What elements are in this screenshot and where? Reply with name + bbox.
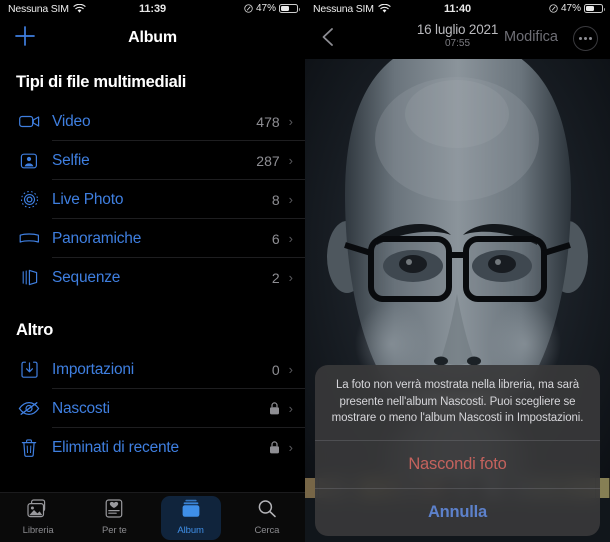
tab-label: Cerca <box>254 525 280 536</box>
section-header-other: Altro <box>16 321 53 339</box>
list-item-count: 478 <box>256 113 280 130</box>
page-title: Album <box>128 29 177 46</box>
hide-photo-button[interactable]: Nascondi foto <box>315 441 600 488</box>
trash-icon <box>16 437 42 459</box>
location-icon <box>244 4 253 13</box>
library-photos-icon <box>27 499 49 523</box>
media-types-list: Video 478 › Selfie 287 › Live Photo 8 › … <box>0 102 305 297</box>
list-item-importazioni[interactable]: Importazioni 0 › <box>0 350 305 389</box>
list-item-live-photo[interactable]: Live Photo 8 › <box>0 180 305 219</box>
dual-screenshot-container: Nessuna SIM 11:39 47% Album Tipi di file… <box>0 0 610 542</box>
chevron-right-icon: › <box>288 362 293 377</box>
photo-viewer[interactable]: La foto non verrà mostrata nella libreri… <box>305 59 610 542</box>
location-icon <box>549 4 558 13</box>
list-item-label: Nascosti <box>52 399 110 417</box>
list-item-label: Live Photo <box>52 190 124 208</box>
list-item-label: Importazioni <box>52 360 135 378</box>
edit-button[interactable]: Modifica <box>504 29 558 45</box>
status-bar-right: Nessuna SIM 11:40 47% <box>305 0 610 17</box>
chevron-right-icon: › <box>288 192 293 207</box>
cancel-button[interactable]: Annulla <box>315 489 600 536</box>
list-item-label: Selfie <box>52 151 90 169</box>
list-item-nascosti[interactable]: Nascosti › <box>0 389 305 428</box>
photo-date-header: 16 luglio 2021 07:55 <box>305 22 610 49</box>
ellipsis-circle-icon[interactable] <box>573 26 598 51</box>
right-navigation-bar: 16 luglio 2021 07:55 Modifica <box>305 17 610 59</box>
chevron-right-icon: › <box>288 440 293 455</box>
photo-time: 07:55 <box>444 38 471 49</box>
left-pane-albums-screen: Nessuna SIM 11:39 47% Album Tipi di file… <box>0 0 305 542</box>
list-item-eliminati-di-recente[interactable]: Eliminati di recente › <box>0 428 305 467</box>
battery-percent-label: 47% <box>255 3 276 14</box>
chevron-right-icon: › <box>288 231 293 246</box>
status-right-group: 47% <box>244 3 300 14</box>
albums-stack-icon <box>180 499 202 523</box>
list-item-video[interactable]: Video 478 › <box>0 102 305 141</box>
battery-icon <box>279 3 300 14</box>
burst-sequence-icon <box>16 267 42 289</box>
video-camera-icon <box>16 111 42 133</box>
chevron-right-icon: › <box>288 270 293 285</box>
list-item-sequenze[interactable]: Sequenze 2 › <box>0 258 305 297</box>
search-icon <box>257 499 277 523</box>
battery-icon <box>584 3 605 14</box>
tab-libreria[interactable]: Libreria <box>0 493 76 542</box>
live-photo-icon <box>16 189 42 211</box>
list-item-count: 8 <box>271 191 280 208</box>
list-item-count: 2 <box>271 269 280 286</box>
section-header-media-types: Tipi di file multimediali <box>16 73 187 91</box>
list-item-selfie[interactable]: Selfie 287 › <box>0 141 305 180</box>
lock-icon <box>269 441 280 454</box>
list-item-label: Video <box>52 112 91 130</box>
battery-percent-label: 47% <box>560 3 581 14</box>
tab-label: Per te <box>102 525 127 536</box>
list-item-label: Sequenze <box>52 268 121 286</box>
panorama-icon <box>16 228 42 250</box>
list-item-label: Eliminati di recente <box>52 438 179 456</box>
chevron-right-icon: › <box>288 401 293 416</box>
tab-label: Libreria <box>22 525 54 536</box>
left-navigation-bar: Album <box>0 17 305 59</box>
tab-album[interactable]: Album <box>153 493 229 542</box>
other-list: Importazioni 0 › Nascosti › Eliminati di… <box>0 350 305 467</box>
list-item-count: 287 <box>256 152 280 169</box>
selfie-person-icon <box>16 150 42 172</box>
chevron-right-icon: › <box>288 114 293 129</box>
import-download-icon <box>16 359 42 381</box>
status-right-group: 47% <box>549 3 605 14</box>
eye-slash-icon <box>16 398 42 420</box>
list-item-count: 0 <box>271 361 280 378</box>
list-item-panoramiche[interactable]: Panoramiche 6 › <box>0 219 305 258</box>
status-bar-left: Nessuna SIM 11:39 47% <box>0 0 305 17</box>
bottom-tab-bar: Libreria Per te Album Cerca <box>0 492 305 542</box>
chevron-right-icon: › <box>288 153 293 168</box>
list-item-count: 6 <box>271 230 280 247</box>
right-pane-photo-detail-screen: Nessuna SIM 11:40 47% 16 luglio 2021 07:… <box>305 0 610 542</box>
hide-photo-action-sheet: La foto non verrà mostrata nella libreri… <box>315 364 600 536</box>
action-sheet-message: La foto non verrà mostrata nella libreri… <box>331 378 584 425</box>
tab-label: Album <box>177 525 204 536</box>
photo-date: 16 luglio 2021 <box>416 22 499 37</box>
list-item-label: Panoramiche <box>52 229 142 247</box>
for-you-card-icon <box>104 499 124 523</box>
lock-icon <box>269 402 280 415</box>
tab-cerca[interactable]: Cerca <box>229 493 305 542</box>
tab-per-te[interactable]: Per te <box>76 493 152 542</box>
